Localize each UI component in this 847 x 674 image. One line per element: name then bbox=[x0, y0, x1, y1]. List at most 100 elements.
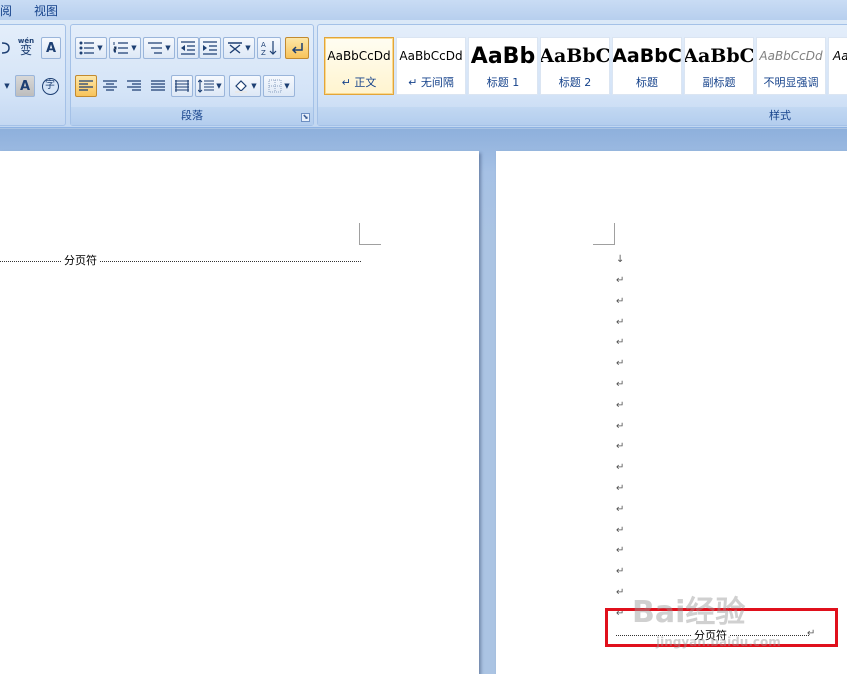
watermark-url: jingyan.baidu.com bbox=[656, 635, 781, 649]
style-name: ↵ 正文 bbox=[341, 76, 377, 89]
asian-layout-icon bbox=[228, 42, 243, 54]
show-formatting-marks-button[interactable] bbox=[285, 37, 309, 59]
paragraph-group-label: 段落 bbox=[71, 107, 313, 125]
style-heading-2[interactable]: AaBbC 标题 2 bbox=[540, 37, 610, 95]
asian-layout-button[interactable]: ▼ bbox=[223, 37, 255, 59]
bullets-icon bbox=[79, 41, 95, 55]
font-color-dropdown[interactable]: ▼ bbox=[1, 75, 11, 97]
sort-button[interactable]: AZ bbox=[257, 37, 281, 59]
character-shading-button[interactable]: A bbox=[15, 75, 35, 97]
line-break-mark: ↓ bbox=[616, 254, 625, 265]
page-break-line bbox=[0, 261, 361, 262]
multilevel-list-icon bbox=[148, 42, 163, 54]
paragraph-mark: ↵ bbox=[616, 358, 625, 370]
justify-icon bbox=[151, 80, 165, 91]
distributed-button[interactable] bbox=[171, 75, 193, 97]
style-name: 标题 1 bbox=[486, 76, 520, 89]
chevron-down-icon: ▼ bbox=[284, 82, 290, 90]
bullets-button[interactable]: ▼ bbox=[75, 37, 107, 59]
character-border-button[interactable]: A bbox=[41, 37, 61, 59]
paragraph-dialog-launcher-icon[interactable]: ⬊ bbox=[301, 113, 310, 122]
sort-icon: AZ bbox=[261, 41, 277, 56]
document-area: 分页符 ↓ ↵ ↵ ↵ ↵ ↵ ↵ ↵ ↵ ↵ ↵ ↵ ↵ ↵ ↵ ↵ ↵ ↵ 分页符 ↵ Bai经验 jing… bbox=[0, 129, 847, 674]
style-sample: AaBbCcDd bbox=[399, 49, 463, 63]
style-subtle-emphasis[interactable]: AaBbCcDd 不明显强调 bbox=[756, 37, 826, 95]
paragraph-group: ▼ ▼ ▼ ▼ AZ ▼ ▼ ▼ 段落 ⬊ bbox=[70, 24, 314, 126]
redo-icon[interactable] bbox=[0, 37, 13, 59]
chevron-down-icon: ▼ bbox=[245, 44, 251, 52]
shading-button[interactable]: ▼ bbox=[229, 75, 261, 97]
font-group: wén 变 A ▼ A 字 bbox=[0, 24, 66, 126]
style-name: 标题 2 bbox=[558, 76, 592, 89]
style-title[interactable]: AaBbC 标题 bbox=[612, 37, 682, 95]
paragraph-mark-icon bbox=[291, 43, 303, 54]
increase-indent-icon bbox=[203, 41, 217, 55]
watermark-brand: Bai经验 bbox=[632, 595, 746, 630]
align-right-icon bbox=[127, 80, 141, 91]
align-center-icon bbox=[103, 80, 117, 91]
paragraph-mark: ↵ bbox=[616, 462, 625, 474]
paragraph-mark: ↵ bbox=[616, 295, 625, 307]
paragraph-mark: ↵ bbox=[616, 545, 625, 557]
chevron-down-icon: ▼ bbox=[4, 82, 10, 90]
tab-view[interactable]: 视图 bbox=[34, 2, 58, 19]
style-sample: AaBbC bbox=[540, 45, 610, 67]
margin-corner-mark bbox=[593, 223, 615, 245]
styles-group-label: 样式 bbox=[318, 107, 847, 125]
style-emphasis[interactable]: Aa bbox=[828, 37, 847, 95]
numbering-button[interactable]: ▼ bbox=[109, 37, 141, 59]
align-right-button[interactable] bbox=[123, 75, 145, 97]
style-name: 不明显强调 bbox=[763, 76, 819, 89]
style-name: 标题 bbox=[636, 76, 658, 89]
paragraph-mark: ↵ bbox=[616, 379, 625, 390]
page-break-label: 分页符 bbox=[62, 252, 99, 268]
multilevel-list-button[interactable]: ▼ bbox=[143, 37, 175, 59]
style-sample: AaBbCcDd bbox=[327, 49, 391, 63]
svg-text:A: A bbox=[261, 41, 266, 49]
align-center-button[interactable] bbox=[99, 75, 121, 97]
numbering-icon bbox=[113, 42, 129, 54]
justify-button[interactable] bbox=[147, 75, 169, 97]
style-sample: AaBb bbox=[470, 43, 536, 69]
tab-review[interactable]: 阅 bbox=[0, 2, 12, 19]
align-left-icon bbox=[79, 80, 93, 91]
borders-icon bbox=[268, 79, 282, 93]
chevron-down-icon: ▼ bbox=[131, 44, 137, 52]
character-shading-icon: A bbox=[19, 78, 31, 94]
style-sample: AaBbC bbox=[612, 45, 682, 67]
style-name: 副标题 bbox=[702, 76, 736, 89]
style-no-spacing[interactable]: AaBbCcDd ↵ 无间隔 bbox=[396, 37, 466, 95]
align-left-button[interactable] bbox=[75, 75, 97, 97]
increase-indent-button[interactable] bbox=[199, 37, 221, 59]
page-left[interactable]: 分页符 bbox=[0, 151, 479, 674]
enclose-characters-button[interactable]: 字 bbox=[39, 75, 61, 97]
svg-text:Z: Z bbox=[261, 49, 266, 56]
paragraph-mark: ↵ bbox=[616, 275, 625, 286]
phonetic-guide-button[interactable]: wén 变 bbox=[15, 35, 37, 57]
line-spacing-button[interactable]: ▼ bbox=[195, 75, 225, 97]
chevron-down-icon: ▼ bbox=[97, 44, 103, 52]
decrease-indent-button[interactable] bbox=[177, 37, 199, 59]
style-sample: Aa bbox=[833, 49, 847, 63]
ribbon: wén 变 A ▼ A 字 ▼ ▼ ▼ ▼ A Z ▼ ▼ ▼ 段落 ⬊ AaB… bbox=[0, 20, 847, 128]
paragraph-mark: ↵ bbox=[616, 587, 625, 598]
enclose-characters-icon: 字 bbox=[41, 77, 59, 95]
style-name: ↵ 无间隔 bbox=[408, 76, 454, 89]
margin-corner-mark bbox=[359, 223, 381, 245]
style-sample: AaBbCcDd bbox=[759, 49, 823, 63]
phonetic-guide-char: 变 bbox=[19, 43, 32, 57]
line-spacing-icon bbox=[198, 79, 215, 93]
page-right[interactable]: ↓ ↵ ↵ ↵ ↵ ↵ ↵ ↵ ↵ ↵ ↵ ↵ ↵ ↵ ↵ ↵ ↵ ↵ 分页符 ↵ Bai经验 jingyan.… bbox=[496, 151, 847, 674]
chevron-down-icon: ▼ bbox=[251, 82, 257, 90]
paragraph-mark: ↵ bbox=[616, 503, 625, 515]
paragraph-mark: ↵ bbox=[616, 420, 625, 432]
style-normal[interactable]: AaBbCcDd ↵ 正文 bbox=[324, 37, 394, 95]
paragraph-mark: ↵ bbox=[616, 566, 625, 578]
decrease-indent-icon bbox=[181, 41, 195, 55]
style-subtitle[interactable]: AaBbC 副标题 bbox=[684, 37, 754, 95]
paint-bucket-icon bbox=[235, 80, 248, 93]
paragraph-mark: ↵ bbox=[616, 316, 625, 328]
styles-group: AaBbCcDd ↵ 正文 AaBbCcDd ↵ 无间隔 AaBb 标题 1 A… bbox=[317, 24, 847, 126]
borders-button[interactable]: ▼ bbox=[263, 75, 295, 97]
style-heading-1[interactable]: AaBb 标题 1 bbox=[468, 37, 538, 95]
